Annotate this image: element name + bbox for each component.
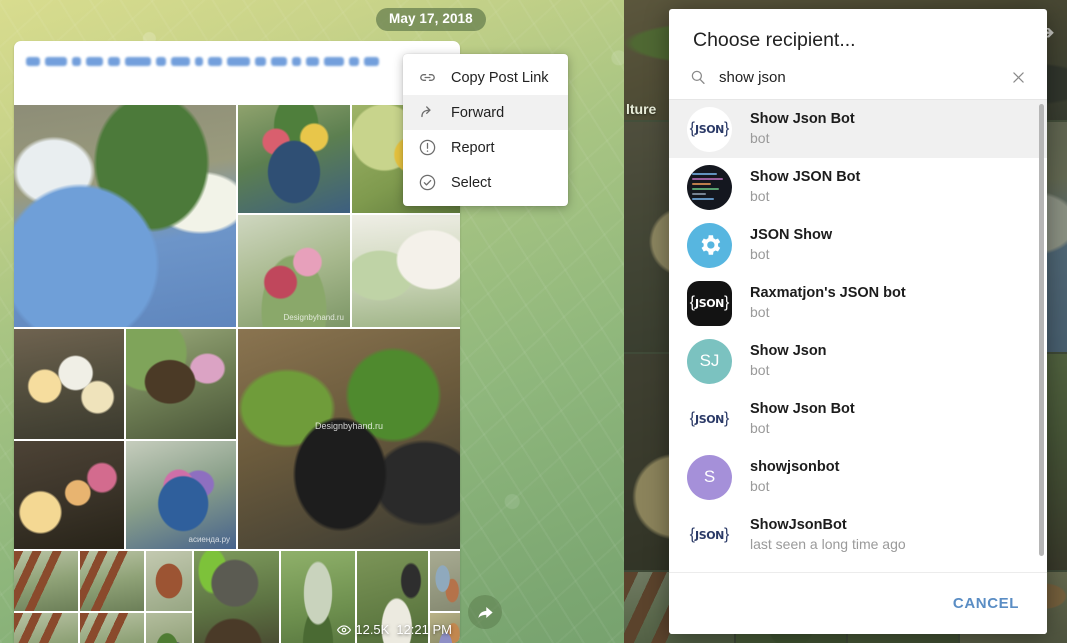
exclamation-circle-icon	[418, 138, 437, 157]
date-badge: May 17, 2018	[376, 8, 486, 31]
contact-status: bot	[750, 130, 770, 147]
contact-status: bot	[750, 246, 770, 263]
contact-status: bot	[750, 304, 770, 321]
json-logo-icon: {JSON}	[689, 526, 730, 543]
avatar: {JSON}	[687, 512, 732, 558]
contact-name: Show Json Bot	[750, 110, 855, 127]
album-photo[interactable]	[14, 613, 78, 643]
album-photo[interactable]	[14, 105, 236, 327]
recipient-search-row[interactable]: show json	[669, 68, 1047, 100]
avatar: S	[687, 454, 732, 500]
avatar-initials: S	[703, 467, 716, 486]
contact-status: last seen a long time ago	[750, 536, 906, 553]
album-message-bubble[interactable]: Designbyhand.ru асиенда.ру Designbyhand.…	[14, 41, 460, 643]
contact-name: ShowJsonBot	[750, 516, 847, 533]
album-photo[interactable]: асиенда.ру	[126, 441, 236, 549]
contact-status: bot	[750, 478, 770, 495]
message-meta: 12.5K 12:21 PM	[337, 622, 452, 637]
album-photo[interactable]	[80, 613, 144, 643]
photo-watermark: асиенда.ру	[188, 535, 230, 544]
list-item[interactable]: {JSON} Show Json Bot bot	[669, 100, 1047, 158]
context-menu-item-report[interactable]: Report	[403, 130, 568, 165]
json-badge-icon: {JSON}	[689, 294, 730, 311]
choose-recipient-dialog[interactable]: Choose recipient... show json {JSON} Sho…	[669, 9, 1047, 634]
background-partial-caption: lture	[626, 101, 657, 117]
album-photo[interactable]	[194, 551, 279, 643]
list-item[interactable]: {JSON} Raxmatjon's JSON bot bot	[669, 274, 1047, 332]
list-item[interactable]: JSON Show bot	[669, 216, 1047, 274]
forward-message-button[interactable]	[468, 595, 502, 629]
album-photo[interactable]	[430, 551, 460, 611]
contact-name: Show Json	[750, 342, 827, 359]
view-count: 12.5K	[337, 622, 389, 637]
list-item[interactable]: {JSON} ShowJsonBot last seen a long time…	[669, 506, 1047, 564]
album-photo[interactable]	[238, 105, 350, 213]
avatar: {JSON}	[687, 396, 732, 442]
album-photo[interactable]	[352, 215, 460, 327]
contact-name: Show Json Bot	[750, 400, 855, 417]
contact-status: bot	[750, 362, 770, 379]
close-icon[interactable]	[1010, 69, 1027, 86]
cancel-button[interactable]: CANCEL	[947, 587, 1025, 620]
album-photo[interactable]	[14, 441, 124, 549]
list-item[interactable]: Show JSON Bot bot	[669, 158, 1047, 216]
avatar: {JSON}	[687, 280, 732, 326]
dialog-footer: CANCEL	[669, 572, 1047, 634]
album-photo[interactable]	[146, 551, 192, 611]
context-menu-item-forward[interactable]: Forward	[403, 95, 568, 130]
message-caption-blurred	[14, 41, 460, 73]
avatar: {JSON}	[687, 106, 732, 152]
contact-name: Raxmatjon's JSON bot	[750, 284, 906, 301]
album-photo[interactable]	[14, 329, 124, 439]
list-item[interactable]: S showjsonbot bot	[669, 448, 1047, 506]
check-circle-icon	[418, 173, 437, 192]
context-menu-item-label: Copy Post Link	[451, 69, 549, 86]
recipient-list-scrollbar[interactable]	[1039, 104, 1044, 556]
album-photo[interactable]	[14, 551, 78, 611]
contact-status: bot	[750, 420, 770, 437]
album-photo[interactable]: Designbyhand.ru	[238, 215, 350, 327]
context-menu-item-copy-post-link[interactable]: Copy Post Link	[403, 60, 568, 95]
json-logo-icon: {JSON}	[689, 410, 730, 427]
contact-name: Show JSON Bot	[750, 168, 861, 185]
search-icon	[689, 68, 707, 86]
code-snippet-icon	[687, 165, 732, 210]
forward-icon	[418, 103, 437, 122]
app-root: lture ➔ May 17, 2018	[0, 0, 1067, 643]
avatar	[687, 164, 732, 210]
contact-name: JSON Show	[750, 226, 833, 243]
avatar: SJ	[687, 338, 732, 384]
forward-arrow-icon	[477, 606, 493, 618]
avatar-initials: SJ	[699, 351, 720, 370]
context-menu-item-label: Report	[451, 139, 495, 156]
list-item[interactable]: {JSON} Show Json Bot bot	[669, 390, 1047, 448]
context-menu-item-label: Forward	[451, 104, 505, 121]
photo-watermark: Designbyhand.ru	[314, 421, 384, 432]
contact-name: showjsonbot	[750, 458, 840, 475]
album-photo[interactable]	[80, 551, 144, 611]
message-time: 12:21 PM	[396, 622, 452, 637]
dialog-title: Choose recipient...	[693, 29, 856, 51]
context-menu[interactable]: Copy Post Link Forward Report Select	[403, 54, 568, 206]
json-logo-icon: {JSON}	[689, 120, 730, 137]
eye-icon	[337, 624, 352, 635]
list-item[interactable]: SJ Show Json bot	[669, 332, 1047, 390]
context-menu-item-select[interactable]: Select	[403, 165, 568, 200]
recipient-list[interactable]: {JSON} Show Json Bot bot Show JSON Bot b…	[669, 100, 1047, 572]
contact-status: bot	[750, 188, 770, 205]
avatar	[687, 222, 732, 268]
album-photo[interactable]	[126, 329, 236, 439]
link-icon	[418, 68, 437, 87]
view-count-label: 12.5K	[355, 622, 390, 637]
gear-icon	[701, 235, 720, 255]
album-photo[interactable]	[146, 613, 192, 643]
context-menu-item-label: Select	[451, 174, 492, 191]
album-photo[interactable]: Designbyhand.ru	[238, 329, 460, 549]
photo-watermark: Designbyhand.ru	[283, 313, 344, 322]
search-input[interactable]: show json	[719, 69, 998, 86]
